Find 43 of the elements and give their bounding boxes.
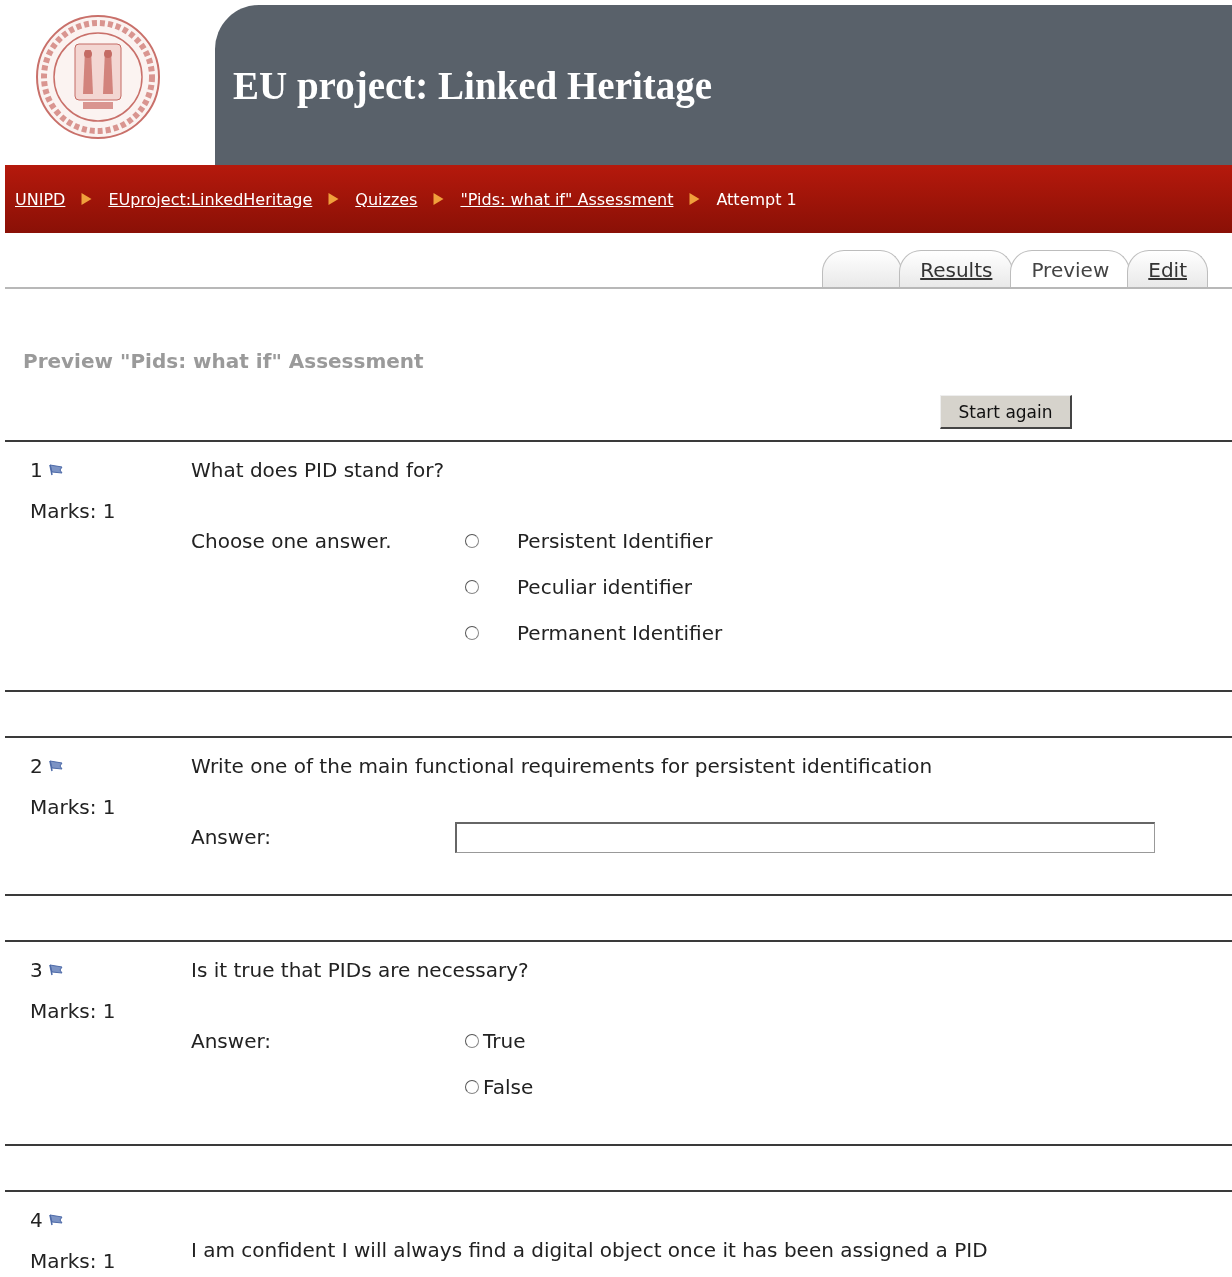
radio-button[interactable] xyxy=(465,1034,479,1048)
radio-button[interactable] xyxy=(465,626,479,640)
answer-field[interactable] xyxy=(455,821,1155,853)
site-title: EU project: Linked Heritage xyxy=(233,62,713,108)
marks-label: Marks: 1 xyxy=(30,794,117,821)
question-text: What does PID stand for? xyxy=(191,457,445,484)
question-text: Is it true that PIDs are necessary? xyxy=(191,957,530,984)
radio-button[interactable] xyxy=(465,534,479,548)
marks-label: Marks: 1 xyxy=(30,998,117,1025)
radio-button[interactable] xyxy=(465,1080,479,1094)
question-text: Write one of the main functional requirements for persistent identification xyxy=(191,753,934,780)
separator-icon xyxy=(689,193,701,205)
flag-icon[interactable] xyxy=(48,760,63,772)
separator-icon xyxy=(328,193,340,205)
breadcrumb-link[interactable]: EUproject:LinkedHeritage xyxy=(108,189,313,209)
breadcrumb-link[interactable]: UNIPD xyxy=(15,189,66,209)
separator-icon xyxy=(81,193,93,205)
question-number: 3 xyxy=(30,957,43,984)
radio-button[interactable] xyxy=(465,580,479,594)
question-text: I am confident I will always find a digital object once it has been assigned a PID xyxy=(191,1237,989,1264)
answer-label: Choose one answer. xyxy=(191,529,392,553)
separator-icon xyxy=(433,193,445,205)
option-label: Peculiar identifier xyxy=(517,575,693,599)
tab[interactable]: Edit xyxy=(1127,250,1208,287)
breadcrumb-link[interactable]: Quizzes xyxy=(355,189,418,209)
page-heading: Preview "Pids: what if" Assessment xyxy=(23,348,425,375)
question-number: 4 xyxy=(30,1207,43,1234)
option-label: Permanent Identifier xyxy=(517,621,723,645)
answer-label: Answer: xyxy=(191,1029,272,1053)
breadcrumb-current: Attempt 1 xyxy=(716,189,797,209)
breadcrumb-link[interactable]: "Pids: what if" Assessment xyxy=(460,189,674,209)
option-label: True xyxy=(483,1029,526,1053)
marks-label: Marks: 1 xyxy=(30,498,117,525)
question-number: 2 xyxy=(30,753,43,780)
option-label: Persistent Identifier xyxy=(517,529,713,553)
marks-label: Marks: 1 xyxy=(30,1248,117,1275)
option-label: False xyxy=(483,1075,534,1099)
answer-label: Answer: xyxy=(191,825,272,849)
flag-icon[interactable] xyxy=(48,964,63,976)
flag-icon[interactable] xyxy=(48,464,63,476)
question-number: 1 xyxy=(30,457,43,484)
flag-icon[interactable] xyxy=(48,1214,63,1226)
start-again-button[interactable]: Start again xyxy=(940,395,1072,429)
